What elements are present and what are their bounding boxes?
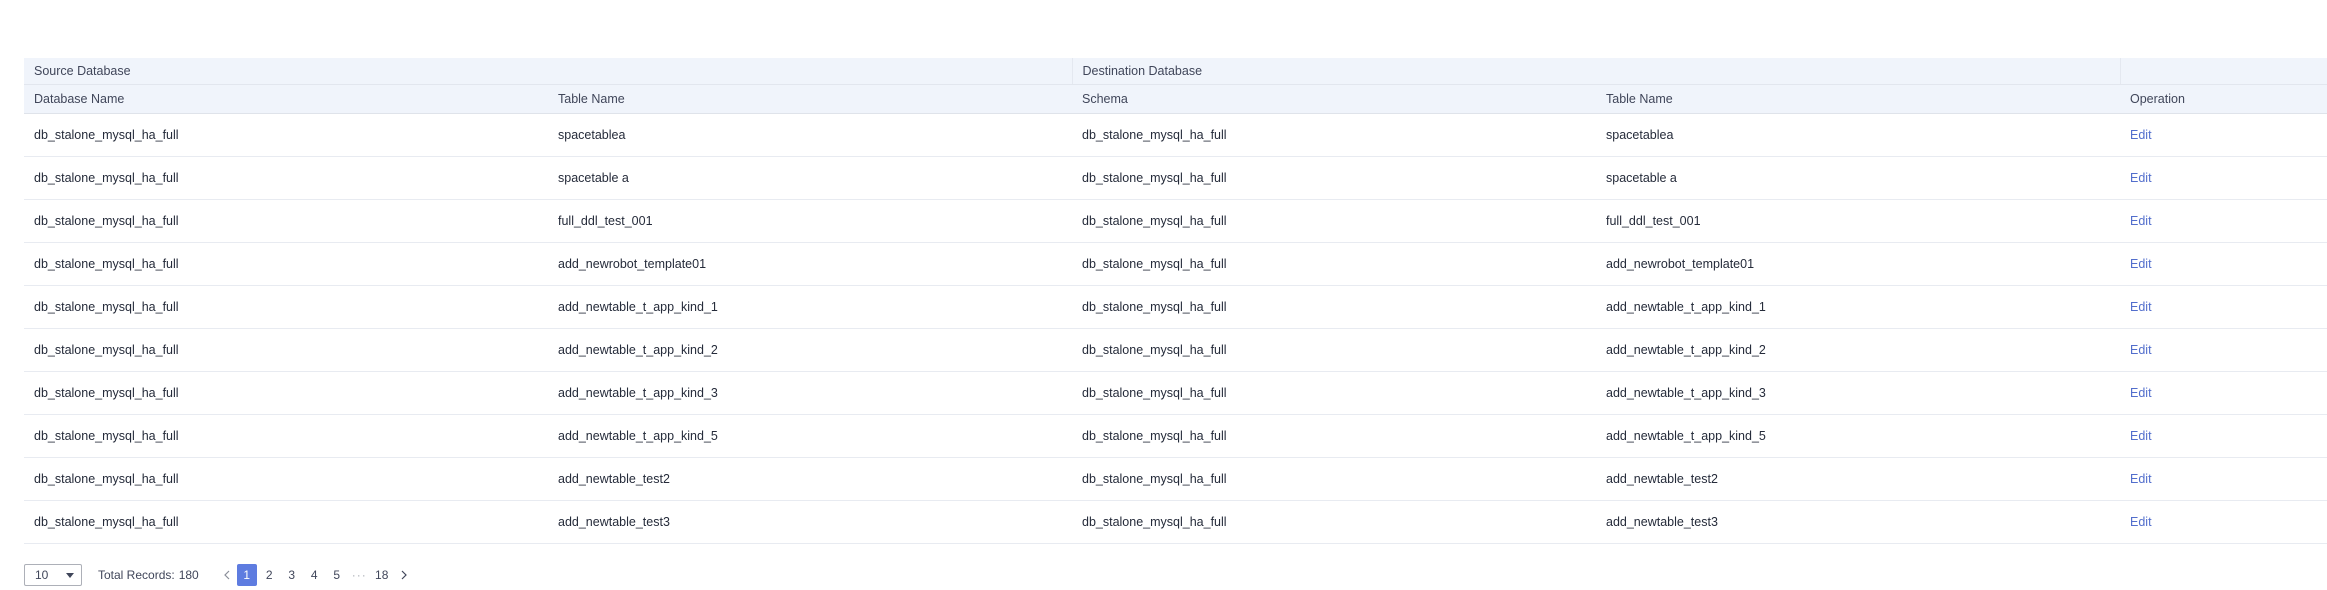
edit-link[interactable]: Edit — [2130, 214, 2152, 228]
page-item-1[interactable]: 1 — [236, 564, 257, 586]
cell-source-table-name: add_newtable_test3 — [548, 500, 1072, 544]
table-row: db_stalone_mysql_ha_full full_ddl_test_0… — [24, 199, 2327, 243]
group-header-source: Source Database — [24, 58, 1073, 85]
cell-destination-table-name: add_newtable_test2 — [1596, 457, 2120, 501]
cell-destination-table-name: spacetablea — [1596, 113, 2120, 157]
edit-link[interactable]: Edit — [2130, 429, 2152, 443]
table-row: db_stalone_mysql_ha_full add_newtable_t_… — [24, 414, 2327, 458]
cell-operation: Edit — [2120, 371, 2327, 415]
edit-link[interactable]: Edit — [2130, 128, 2152, 142]
cell-destination-table-name: full_ddl_test_001 — [1596, 199, 2120, 243]
edit-link[interactable]: Edit — [2130, 300, 2152, 314]
cell-source-table-name: add_newtable_test2 — [548, 457, 1072, 501]
page-list: 1 2 3 4 5 ··· 18 — [217, 564, 415, 586]
edit-link[interactable]: Edit — [2130, 515, 2152, 529]
total-records-label: Total Records: — [98, 568, 175, 582]
page-size-select[interactable]: 10 — [24, 564, 82, 586]
cell-source-table-name: add_newtable_t_app_kind_2 — [548, 328, 1072, 372]
table-row: db_stalone_mysql_ha_full spacetable a db… — [24, 156, 2327, 200]
cell-schema: db_stalone_mysql_ha_full — [1072, 199, 1596, 243]
cell-database-name: db_stalone_mysql_ha_full — [24, 242, 548, 286]
page-item-3[interactable]: 3 — [282, 564, 302, 586]
mapping-table-container: Source Database Destination Database Dat… — [24, 58, 2327, 544]
cell-source-table-name: add_newrobot_template01 — [548, 242, 1072, 286]
cell-schema: db_stalone_mysql_ha_full — [1072, 242, 1596, 286]
edit-link[interactable]: Edit — [2130, 171, 2152, 185]
cell-database-name: db_stalone_mysql_ha_full — [24, 199, 548, 243]
cell-database-name: db_stalone_mysql_ha_full — [24, 371, 548, 415]
cell-operation: Edit — [2120, 500, 2327, 544]
group-header-destination: Destination Database — [1072, 58, 2121, 85]
cell-source-table-name: spacetable a — [548, 156, 1072, 200]
cell-operation: Edit — [2120, 199, 2327, 243]
column-header-destination-table-name: Table Name — [1596, 84, 2120, 114]
cell-database-name: db_stalone_mysql_ha_full — [24, 156, 548, 200]
table-row: db_stalone_mysql_ha_full spacetablea db_… — [24, 113, 2327, 157]
page-item-4[interactable]: 4 — [304, 564, 324, 586]
cell-database-name: db_stalone_mysql_ha_full — [24, 285, 548, 329]
cell-source-table-name: add_newtable_t_app_kind_1 — [548, 285, 1072, 329]
total-records: Total Records: 180 — [98, 568, 199, 582]
column-header-schema: Schema — [1072, 84, 1596, 114]
chevron-right-icon[interactable] — [394, 564, 414, 586]
page-item-2[interactable]: 2 — [259, 564, 279, 586]
cell-operation: Edit — [2120, 113, 2327, 157]
edit-link[interactable]: Edit — [2130, 472, 2152, 486]
edit-link[interactable]: Edit — [2130, 257, 2152, 271]
total-records-count: 180 — [178, 568, 199, 582]
cell-operation: Edit — [2120, 156, 2327, 200]
cell-operation: Edit — [2120, 242, 2327, 286]
group-header-empty — [2120, 58, 2327, 85]
cell-operation: Edit — [2120, 414, 2327, 458]
table-row: db_stalone_mysql_ha_full add_newtable_t_… — [24, 285, 2327, 329]
table-row: db_stalone_mysql_ha_full add_newtable_t_… — [24, 371, 2327, 415]
cell-destination-table-name: add_newtable_t_app_kind_5 — [1596, 414, 2120, 458]
cell-schema: db_stalone_mysql_ha_full — [1072, 156, 1596, 200]
column-header-operation: Operation — [2120, 84, 2327, 114]
cell-database-name: db_stalone_mysql_ha_full — [24, 414, 548, 458]
table-row: db_stalone_mysql_ha_full add_newrobot_te… — [24, 242, 2327, 286]
pagination: 10 Total Records: 180 1 2 3 4 5 ··· 18 — [24, 563, 414, 587]
cell-destination-table-name: add_newtable_test3 — [1596, 500, 2120, 544]
cell-destination-table-name: add_newtable_t_app_kind_3 — [1596, 371, 2120, 415]
page-item-5[interactable]: 5 — [327, 564, 347, 586]
cell-schema: db_stalone_mysql_ha_full — [1072, 328, 1596, 372]
cell-destination-table-name: add_newrobot_template01 — [1596, 242, 2120, 286]
cell-destination-table-name: spacetable a — [1596, 156, 2120, 200]
cell-schema: db_stalone_mysql_ha_full — [1072, 500, 1596, 544]
page-size-value: 10 — [35, 568, 49, 582]
cell-source-table-name: spacetablea — [548, 113, 1072, 157]
cell-operation: Edit — [2120, 457, 2327, 501]
cell-schema: db_stalone_mysql_ha_full — [1072, 285, 1596, 329]
cell-database-name: db_stalone_mysql_ha_full — [24, 500, 548, 544]
cell-destination-table-name: add_newtable_t_app_kind_2 — [1596, 328, 2120, 372]
edit-link[interactable]: Edit — [2130, 386, 2152, 400]
cell-database-name: db_stalone_mysql_ha_full — [24, 328, 548, 372]
cell-destination-table-name: add_newtable_t_app_kind_1 — [1596, 285, 2120, 329]
edit-link[interactable]: Edit — [2130, 343, 2152, 357]
cell-database-name: db_stalone_mysql_ha_full — [24, 113, 548, 157]
cell-schema: db_stalone_mysql_ha_full — [1072, 113, 1596, 157]
cell-schema: db_stalone_mysql_ha_full — [1072, 414, 1596, 458]
cell-database-name: db_stalone_mysql_ha_full — [24, 457, 548, 501]
cell-schema: db_stalone_mysql_ha_full — [1072, 457, 1596, 501]
table-row: db_stalone_mysql_ha_full add_newtable_te… — [24, 500, 2327, 544]
column-header-database-name: Database Name — [24, 84, 548, 114]
table-row: db_stalone_mysql_ha_full add_newtable_te… — [24, 457, 2327, 501]
cell-operation: Edit — [2120, 285, 2327, 329]
cell-schema: db_stalone_mysql_ha_full — [1072, 371, 1596, 415]
mapping-table: Source Database Destination Database Dat… — [24, 58, 2327, 544]
cell-source-table-name: add_newtable_t_app_kind_3 — [548, 371, 1072, 415]
page-ellipsis[interactable]: ··· — [349, 564, 369, 586]
cell-operation: Edit — [2120, 328, 2327, 372]
column-header-row: Database Name Table Name Schema Table Na… — [24, 84, 2327, 114]
column-header-source-table-name: Table Name — [548, 84, 1072, 114]
chevron-left-icon[interactable] — [217, 564, 237, 586]
cell-source-table-name: full_ddl_test_001 — [548, 199, 1072, 243]
page-item-18[interactable]: 18 — [372, 564, 392, 586]
group-header-row: Source Database Destination Database — [24, 58, 2327, 85]
caret-down-icon — [66, 572, 74, 578]
table-row: db_stalone_mysql_ha_full add_newtable_t_… — [24, 328, 2327, 372]
cell-source-table-name: add_newtable_t_app_kind_5 — [548, 414, 1072, 458]
